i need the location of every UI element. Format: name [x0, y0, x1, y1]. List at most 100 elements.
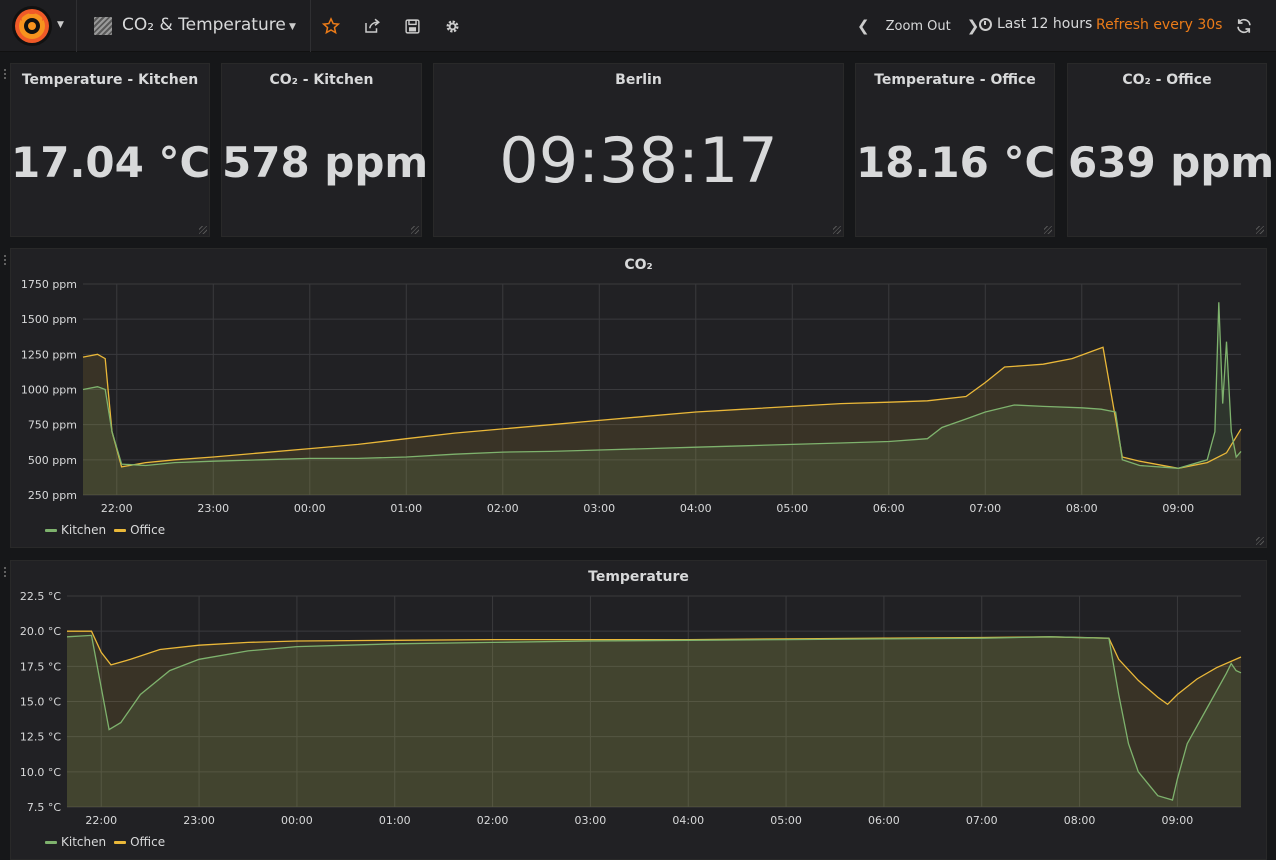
co2-chart[interactable]: 250 ppm 500 ppm 750 ppm 1000 ppm 1250 ppm 150…	[11, 249, 1266, 547]
stat-panel-co2-kitchen: CO₂ - Kitchen 578 ppm	[221, 63, 429, 237]
save-button[interactable]	[400, 14, 424, 38]
gear-icon	[445, 19, 459, 33]
y-tick-label: 500 ppm	[28, 454, 77, 467]
x-tick-label: 09:00	[1162, 814, 1194, 827]
settings-button[interactable]	[440, 14, 464, 38]
resize-handle[interactable]	[199, 226, 207, 234]
y-tick-label: 1750 ppm	[21, 278, 77, 291]
resize-handle[interactable]	[411, 226, 419, 234]
x-tick-label: 03:00	[575, 814, 607, 827]
x-tick-label: 07:00	[969, 502, 1001, 515]
dashboard-icon	[94, 17, 112, 35]
x-tick-label: 05:00	[770, 814, 802, 827]
x-tick-label: 06:00	[873, 502, 905, 515]
legend-label[interactable]: Office	[130, 835, 165, 849]
dashboard-title[interactable]: CO₂ & Temperature	[122, 15, 286, 35]
app-menu[interactable]: ▼	[0, 0, 77, 52]
star-icon	[322, 17, 340, 35]
refresh-button[interactable]	[1232, 14, 1256, 38]
chart-legend: Kitchen Office	[45, 523, 165, 537]
x-tick-label: 08:00	[1064, 814, 1096, 827]
grafana-logo-icon[interactable]	[12, 6, 52, 46]
time-range-picker[interactable]: Last 12 hours	[979, 16, 1092, 32]
clock-panel-berlin: Berlin 09:38:17	[433, 63, 844, 237]
y-tick-label: 7.5 °C	[27, 801, 61, 814]
row-drag-handle[interactable]	[3, 68, 7, 80]
legend-label[interactable]: Office	[130, 523, 165, 537]
legend-swatch	[114, 840, 127, 844]
panel-title[interactable]: Temperature - Kitchen	[11, 72, 209, 88]
x-tick-label: 23:00	[197, 502, 229, 515]
row-drag-handle[interactable]	[3, 566, 7, 578]
x-tick-label: 05:00	[776, 502, 808, 515]
top-navbar: ▼ CO₂ & Temperature ▼ ❮ Zoom Out ❯ Last …	[0, 0, 1276, 52]
stat-value: 578 ppm	[222, 138, 429, 187]
x-tick-label: 01:00	[390, 502, 422, 515]
y-tick-label: 15.0 °C	[20, 696, 61, 709]
row-drag-handle[interactable]	[3, 254, 7, 266]
x-tick-label: 02:00	[477, 814, 509, 827]
zoom-controls: ❮ Zoom Out ❯	[851, 16, 985, 36]
star-button[interactable]	[319, 14, 343, 38]
refresh-interval[interactable]: Refresh every 30s	[1096, 17, 1222, 33]
legend-item-kitchen[interactable]: Kitchen	[45, 835, 106, 849]
stat-value: 17.04 °C	[11, 138, 211, 187]
x-tick-label: 23:00	[183, 814, 215, 827]
y-tick-label: 22.5 °C	[20, 590, 61, 603]
chevron-left-icon[interactable]: ❮	[851, 17, 876, 35]
share-button[interactable]	[360, 14, 384, 38]
dashboard-picker[interactable]: CO₂ & Temperature ▼	[77, 0, 311, 52]
x-tick-label: 22:00	[85, 814, 117, 827]
x-tick-label: 04:00	[672, 814, 704, 827]
x-tick-label: 22:00	[101, 502, 133, 515]
legend-swatch	[45, 528, 57, 532]
y-tick-label: 12.5 °C	[20, 731, 61, 744]
resize-handle[interactable]	[833, 226, 841, 234]
legend-item-office[interactable]: Office	[114, 835, 165, 849]
panel-title[interactable]: Temperature - Office	[856, 72, 1054, 88]
y-tick-label: 250 ppm	[28, 489, 77, 502]
legend-swatch	[45, 840, 57, 844]
resize-handle[interactable]	[1256, 537, 1264, 545]
temperature-chart[interactable]: 7.5 °C 10.0 °C 12.5 °C 15.0 °C 17.5 °C 20.0 °…	[11, 561, 1266, 859]
y-tick-label: 1250 ppm	[21, 348, 77, 361]
x-tick-label: 01:00	[379, 814, 411, 827]
resize-handle[interactable]	[1256, 226, 1264, 234]
resize-handle[interactable]	[1044, 226, 1052, 234]
x-tick-label: 06:00	[868, 814, 900, 827]
y-tick-label: 20.0 °C	[20, 625, 61, 638]
series-area-kitchen	[67, 635, 1241, 807]
legend-label[interactable]: Kitchen	[61, 523, 106, 537]
time-range-label[interactable]: Last 12 hours	[997, 16, 1092, 32]
chart-legend: Kitchen Office	[45, 835, 165, 849]
y-tick-label: 1000 ppm	[21, 384, 77, 397]
graph-panel-temperature: Temperature 7.5 °C 10.0 °C 12.5 °C 15.0 °C 1…	[10, 560, 1267, 860]
clock-value: 09:38:17	[499, 124, 778, 197]
legend-swatch	[114, 528, 127, 532]
panel-title[interactable]: CO₂ - Kitchen	[222, 72, 421, 88]
x-tick-label: 09:00	[1162, 502, 1194, 515]
panel-title[interactable]: Berlin	[434, 72, 843, 88]
x-tick-label: 00:00	[294, 502, 326, 515]
y-tick-label: 750 ppm	[28, 419, 77, 432]
legend-label[interactable]: Kitchen	[61, 835, 106, 849]
clock-icon	[979, 17, 992, 31]
chevron-down-icon[interactable]: ▼	[289, 22, 296, 32]
legend-item-kitchen[interactable]: Kitchen	[45, 523, 106, 537]
share-icon	[365, 18, 380, 33]
x-tick-label: 07:00	[966, 814, 998, 827]
stat-panel-co2-office: CO₂ - Office 639 ppm	[1067, 63, 1275, 237]
x-tick-label: 08:00	[1066, 502, 1098, 515]
stat-panel-temperature-office: Temperature - Office 18.16 °C	[855, 63, 1055, 237]
stat-value: 639 ppm	[1068, 138, 1275, 187]
x-tick-label: 04:00	[680, 502, 712, 515]
legend-item-office[interactable]: Office	[114, 523, 165, 537]
graph-panel-co2: CO₂ 250 ppm 500 ppm 750 ppm 1000 ppm 1250 pp…	[10, 248, 1267, 548]
zoom-out-button[interactable]: Zoom Out	[876, 19, 961, 34]
y-tick-label: 1500 ppm	[21, 313, 77, 326]
x-tick-label: 03:00	[583, 502, 615, 515]
panel-title[interactable]: CO₂ - Office	[1068, 72, 1266, 88]
y-tick-label: 17.5 °C	[20, 660, 61, 673]
chevron-down-icon[interactable]: ▼	[57, 20, 64, 30]
save-icon	[404, 18, 420, 34]
